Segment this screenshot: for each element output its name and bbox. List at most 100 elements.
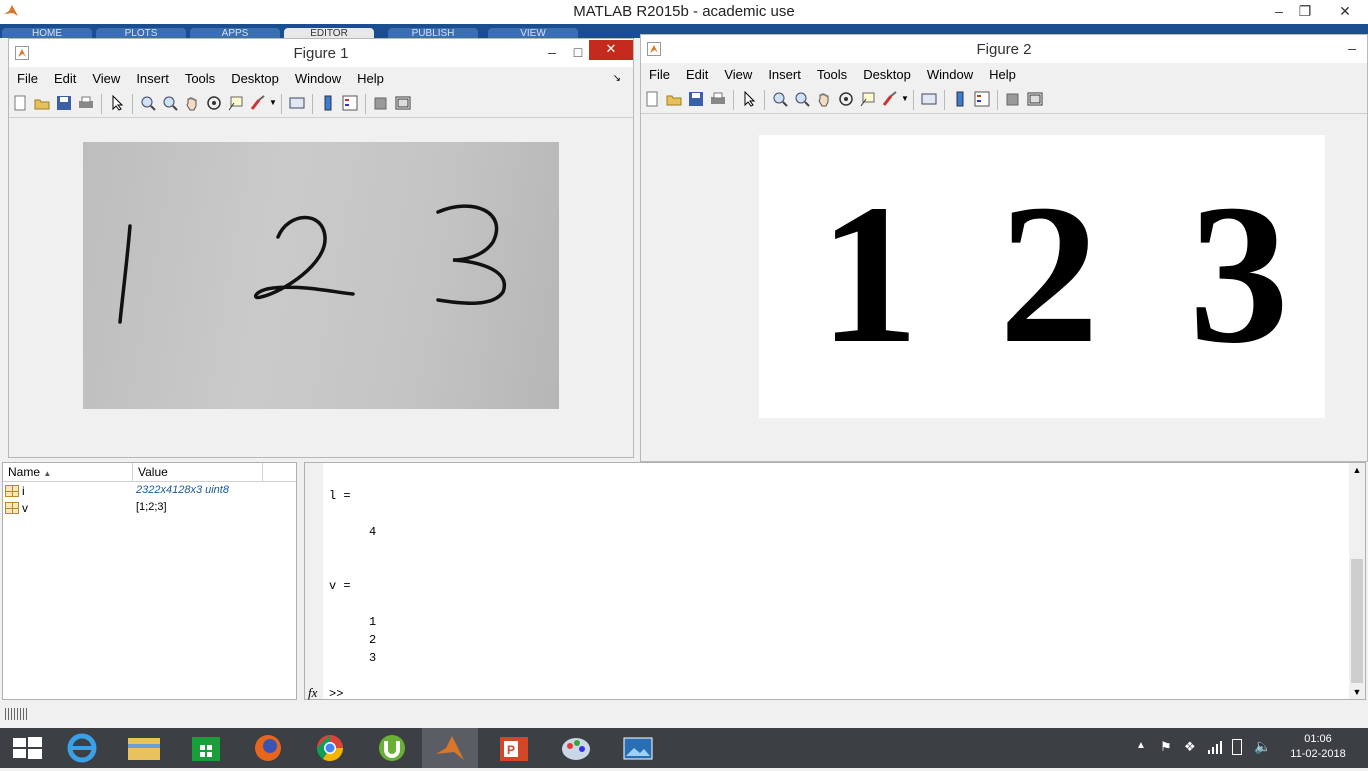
tab-apps[interactable]: APPS — [190, 28, 280, 38]
show-hidden-icons[interactable]: ▲ — [1136, 740, 1146, 751]
link-plot-icon[interactable] — [921, 91, 937, 107]
output-val-v-1: 1 — [369, 615, 377, 629]
file-explorer-icon[interactable] — [116, 728, 172, 768]
figure-1-menu-bar: File Edit View Insert Tools Desktop Window Help… — [9, 67, 633, 91]
rotate-3d-icon[interactable] — [206, 95, 222, 111]
powerpoint-icon[interactable]: P — [486, 728, 542, 768]
scroll-thumb[interactable] — [1351, 559, 1363, 683]
menu-desktop[interactable]: Desktop — [223, 67, 287, 91]
pan-icon[interactable] — [184, 95, 200, 111]
menu-desktop[interactable]: Desktop — [855, 63, 919, 87]
menu-view[interactable]: View — [84, 67, 128, 91]
variable-name: v — [22, 501, 28, 515]
legend-icon[interactable] — [974, 91, 990, 107]
show-plot-tools-icon[interactable] — [395, 95, 411, 111]
function-browser-icon[interactable]: fx — [308, 685, 317, 701]
menu-view[interactable]: View — [716, 63, 760, 87]
chrome-icon[interactable] — [302, 728, 358, 768]
tab-view[interactable]: VIEW — [488, 28, 578, 38]
data-cursor-icon[interactable] — [860, 91, 876, 107]
command-scrollbar[interactable]: ▲ ▼ — [1349, 463, 1365, 699]
new-figure-icon[interactable] — [12, 95, 28, 111]
zoom-out-icon[interactable] — [162, 95, 178, 111]
clock[interactable]: 01:06 11-02-2018 — [1278, 732, 1358, 762]
edit-plot-icon[interactable] — [109, 94, 125, 111]
save-icon[interactable] — [688, 91, 704, 107]
matrix-variable-icon — [5, 485, 19, 497]
photos-icon[interactable] — [610, 728, 666, 768]
hide-plot-tools-icon[interactable] — [373, 95, 389, 111]
internet-explorer-icon[interactable] — [54, 728, 110, 768]
menu-insert[interactable]: Insert — [760, 63, 809, 87]
battery-icon[interactable] — [1232, 739, 1242, 755]
paint-icon[interactable] — [548, 728, 604, 768]
zoom-in-icon[interactable] — [140, 95, 156, 111]
menu-help[interactable]: Help — [981, 63, 1024, 87]
menu-tools[interactable]: Tools — [809, 63, 855, 87]
output-var-l: l = — [329, 489, 351, 503]
brush-dropdown-icon[interactable]: ▼ — [901, 94, 909, 103]
command-window[interactable]: l = 4 v = 1 2 3 fx >> ▲ ▼ — [304, 462, 1366, 701]
workspace-row-i[interactable]: i 2322x4128x3 uint8 — [3, 483, 296, 500]
workspace-row-v[interactable]: v [1;2;3] — [3, 500, 296, 517]
menu-tools[interactable]: Tools — [177, 67, 223, 91]
pan-icon[interactable] — [816, 91, 832, 107]
tab-editor[interactable]: EDITOR — [284, 28, 374, 38]
close-button[interactable]: ✕ — [1322, 0, 1368, 24]
undock-icon[interactable]: ↘ — [605, 67, 629, 91]
store-icon[interactable] — [178, 728, 234, 768]
clock-date: 11-02-2018 — [1290, 748, 1346, 760]
colorbar-icon[interactable] — [952, 91, 968, 107]
legend-icon[interactable] — [342, 95, 358, 111]
data-cursor-icon[interactable] — [228, 95, 244, 111]
figure-1-close-button[interactable]: ✕ — [589, 40, 633, 60]
clock-time: 01:06 — [1304, 733, 1332, 745]
volume-icon[interactable]: 🔈 — [1254, 738, 1271, 755]
zoom-out-icon[interactable] — [794, 91, 810, 107]
firefox-icon[interactable] — [240, 728, 296, 768]
matlab-taskbar-icon[interactable] — [422, 728, 478, 768]
print-icon[interactable] — [78, 95, 94, 111]
dropbox-icon[interactable]: ❖ — [1184, 739, 1196, 755]
brush-icon[interactable] — [882, 91, 898, 107]
brush-icon[interactable] — [250, 95, 266, 111]
restore-button[interactable]: ❐ — [1288, 0, 1322, 24]
utorrent-icon[interactable] — [364, 728, 420, 768]
menu-window[interactable]: Window — [287, 67, 349, 91]
link-plot-icon[interactable] — [289, 95, 305, 111]
scroll-down-icon: ▼ — [1352, 687, 1362, 697]
windows-taskbar: P ▲ ⚑ ❖ 🔈 01:06 11-02-2018 — [0, 728, 1368, 768]
hide-plot-tools-icon[interactable] — [1005, 91, 1021, 107]
start-button[interactable] — [0, 728, 56, 768]
brush-dropdown-icon[interactable]: ▼ — [269, 98, 277, 107]
tab-home[interactable]: HOME — [2, 28, 92, 38]
menu-edit[interactable]: Edit — [678, 63, 716, 87]
open-file-icon[interactable] — [666, 91, 682, 107]
menu-file[interactable]: File — [9, 67, 46, 91]
colorbar-icon[interactable] — [320, 95, 336, 111]
open-file-icon[interactable] — [34, 95, 50, 111]
tab-plots[interactable]: PLOTS — [96, 28, 186, 38]
matlab-title-bar: MATLAB R2015b - academic use – ❐ ✕ — [0, 0, 1368, 24]
save-icon[interactable] — [56, 95, 72, 111]
column-name-header[interactable]: Name ▲ — [8, 465, 51, 479]
menu-file[interactable]: File — [641, 63, 678, 87]
scroll-up-icon: ▲ — [1352, 465, 1362, 475]
new-figure-icon[interactable] — [644, 91, 660, 107]
print-icon[interactable] — [710, 91, 726, 107]
network-signal-icon[interactable] — [1208, 740, 1222, 754]
column-value-header[interactable]: Value — [138, 465, 168, 479]
figure-2-minimize-button[interactable]: – — [1335, 37, 1368, 57]
show-plot-tools-icon[interactable] — [1027, 91, 1043, 107]
menu-help[interactable]: Help — [349, 67, 392, 91]
zoom-in-icon[interactable] — [772, 91, 788, 107]
command-prompt[interactable]: >> — [329, 687, 343, 701]
output-val-v-3: 3 — [369, 651, 377, 665]
menu-edit[interactable]: Edit — [46, 67, 84, 91]
menu-window[interactable]: Window — [919, 63, 981, 87]
menu-insert[interactable]: Insert — [128, 67, 177, 91]
tab-publish[interactable]: PUBLISH — [388, 28, 478, 38]
edit-plot-icon[interactable] — [741, 90, 757, 107]
rotate-3d-icon[interactable] — [838, 91, 854, 107]
action-center-flag-icon[interactable]: ⚑ — [1160, 739, 1172, 755]
